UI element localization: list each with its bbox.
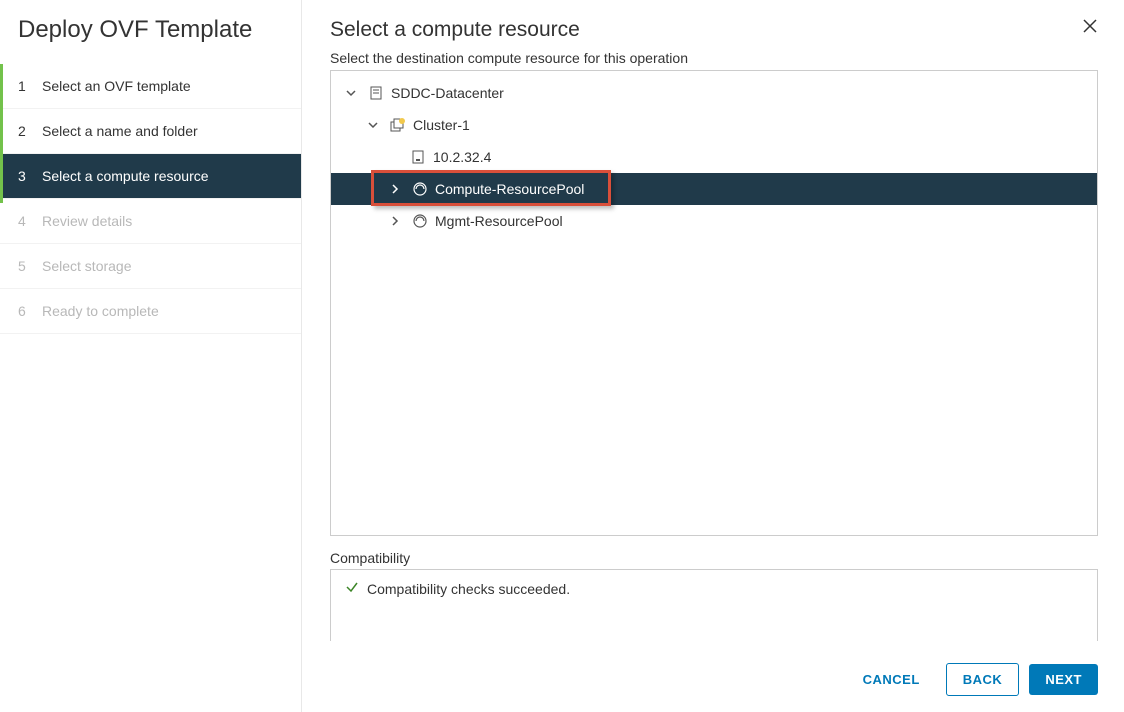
tree-label: 10.2.32.4 (433, 149, 491, 165)
cluster-icon (389, 118, 407, 132)
check-icon (345, 580, 359, 597)
tree-row-datacenter[interactable]: SDDC-Datacenter (331, 77, 1097, 109)
resource-pool-icon (411, 182, 429, 196)
step-num: 5 (18, 258, 34, 274)
step-1[interactable]: 1 Select an OVF template (0, 64, 301, 109)
compatibility-status: Compatibility checks succeeded. (345, 580, 1083, 597)
chevron-right-icon[interactable] (387, 216, 403, 226)
wizard-steps: 1 Select an OVF template 2 Select a name… (0, 64, 301, 334)
tree-row-compute-pool[interactable]: Compute-ResourcePool (331, 173, 1097, 205)
host-icon (409, 150, 427, 164)
step-num: 1 (18, 78, 34, 94)
back-button[interactable]: BACK (946, 663, 1020, 696)
page-subtitle: Select the destination compute resource … (330, 50, 1098, 66)
cancel-button[interactable]: CANCEL (847, 664, 936, 695)
wizard-footer: CANCEL BACK NEXT (330, 641, 1098, 696)
tree-row-mgmt-pool[interactable]: Mgmt-ResourcePool (331, 205, 1097, 237)
step-4: 4 Review details (0, 199, 301, 244)
step-label: Select storage (42, 258, 132, 274)
tree-label: SDDC-Datacenter (391, 85, 504, 101)
compatibility-label: Compatibility (330, 550, 1098, 566)
tree-label: Cluster-1 (413, 117, 470, 133)
wizard-sidebar: Deploy OVF Template 1 Select an OVF temp… (0, 0, 302, 712)
step-label: Review details (42, 213, 132, 229)
page-title: Select a compute resource (330, 18, 1098, 42)
step-3[interactable]: 3 Select a compute resource (0, 154, 301, 199)
step-label: Select a compute resource (42, 168, 209, 184)
step-label: Select an OVF template (42, 78, 191, 94)
step-label: Ready to complete (42, 303, 159, 319)
step-5: 5 Select storage (0, 244, 301, 289)
chevron-right-icon[interactable] (387, 184, 403, 194)
main-panel: Select a compute resource Select the des… (302, 0, 1124, 712)
tree-label: Compute-ResourcePool (435, 181, 584, 197)
compatibility-message: Compatibility checks succeeded. (367, 581, 570, 597)
resource-tree[interactable]: SDDC-Datacenter Cluster-1 10.2.32.4 (330, 70, 1098, 536)
datacenter-icon (367, 86, 385, 100)
step-progress-bar (0, 64, 3, 203)
step-2[interactable]: 2 Select a name and folder (0, 109, 301, 154)
step-num: 4 (18, 213, 34, 229)
tree-row-host[interactable]: 10.2.32.4 (331, 141, 1097, 173)
step-label: Select a name and folder (42, 123, 198, 139)
tree-label: Mgmt-ResourcePool (435, 213, 563, 229)
next-button[interactable]: NEXT (1029, 664, 1098, 695)
wizard-title: Deploy OVF Template (0, 16, 301, 64)
wizard-container: Deploy OVF Template 1 Select an OVF temp… (0, 0, 1124, 712)
step-num: 3 (18, 168, 34, 184)
close-icon[interactable] (1082, 16, 1098, 38)
resource-pool-icon (411, 214, 429, 228)
chevron-down-icon[interactable] (343, 88, 359, 98)
step-num: 6 (18, 303, 34, 319)
step-6: 6 Ready to complete (0, 289, 301, 334)
chevron-down-icon[interactable] (365, 120, 381, 130)
compatibility-box: Compatibility checks succeeded. (330, 569, 1098, 641)
tree-row-cluster[interactable]: Cluster-1 (331, 109, 1097, 141)
step-num: 2 (18, 123, 34, 139)
